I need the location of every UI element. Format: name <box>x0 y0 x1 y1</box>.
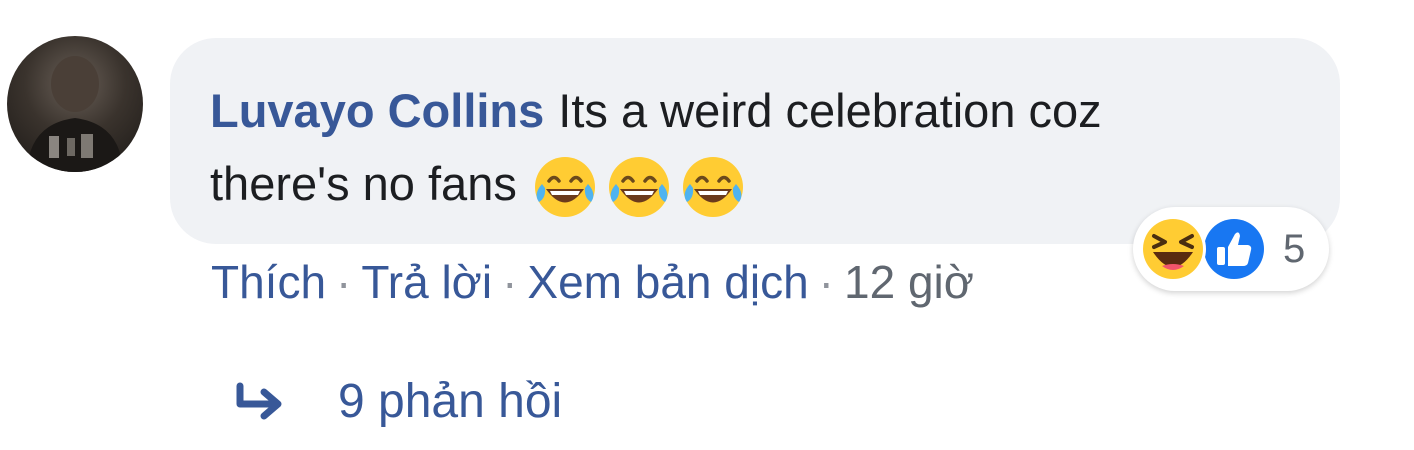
comment-text-line1: Its a weird celebration coz <box>558 84 1102 137</box>
comment-actions: Thích · Trả lời · Xem bản dịch · 12 giờ <box>211 252 974 312</box>
timestamp[interactable]: 12 giờ <box>844 256 974 308</box>
reply-link[interactable]: Trả lời <box>361 256 492 308</box>
haha-reaction-icon <box>1138 214 1208 284</box>
separator-dot: · <box>336 256 352 308</box>
comment-author[interactable]: Luvayo Collins <box>210 84 544 137</box>
avatar[interactable] <box>7 36 143 172</box>
separator-dot: · <box>818 256 834 308</box>
reaction-count: 5 <box>1283 227 1306 271</box>
separator-dot: · <box>502 256 518 308</box>
translate-link[interactable]: Xem bản dịch <box>527 256 808 308</box>
comment-text-line2: there's no fans <box>210 157 517 210</box>
face-with-tears-of-joy-icon <box>530 154 600 220</box>
reply-arrow-icon <box>232 376 288 426</box>
face-with-tears-of-joy-icon <box>678 154 748 220</box>
view-replies-button[interactable]: 9 phản hồi <box>232 366 562 436</box>
like-reaction-icon <box>1199 214 1269 284</box>
face-with-tears-of-joy-icon <box>604 154 674 220</box>
reactions-summary[interactable]: 5 <box>1133 207 1329 291</box>
like-link[interactable]: Thích <box>211 256 326 308</box>
replies-count-label[interactable]: 9 phản hồi <box>338 374 562 429</box>
